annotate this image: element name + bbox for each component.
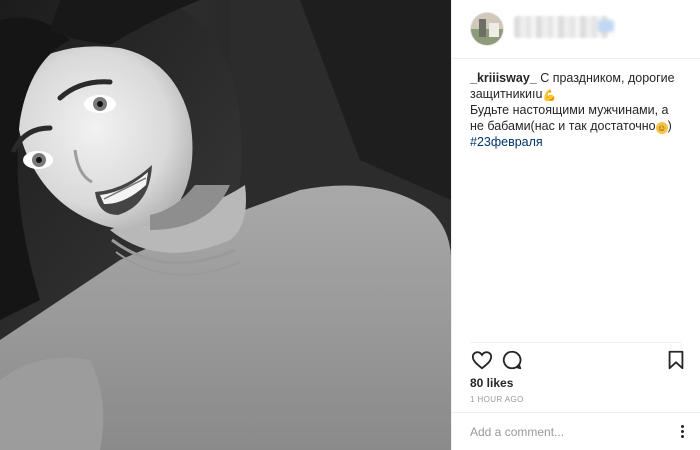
avatar[interactable] — [471, 13, 503, 45]
selfie-image — [0, 0, 451, 450]
save-button[interactable] — [664, 348, 688, 372]
bookmark-icon — [668, 350, 684, 370]
dot-icon — [681, 430, 684, 433]
post-container: _kriiisway_ С праздником, дорогие защитн… — [0, 0, 700, 450]
caption-text-line2: Будьте настоящими мужчинами, а не бабами… — [470, 103, 669, 133]
post-caption: _kriiisway_ С праздником, дорогие защитн… — [470, 70, 684, 150]
more-options-button[interactable] — [676, 425, 690, 439]
caption-username[interactable]: _kriiisway_ — [470, 71, 537, 85]
grin-emoji-icon: ☺ — [655, 122, 668, 134]
caption-hashtag[interactable]: #23февраля — [470, 134, 684, 150]
comment-bubble-icon — [502, 350, 522, 370]
dot-icon — [681, 425, 684, 428]
divider — [470, 342, 682, 343]
likes-count[interactable]: 80 likes — [470, 376, 513, 390]
avatar-image — [471, 13, 503, 45]
post-header — [452, 0, 700, 59]
heart-icon — [471, 351, 493, 370]
post-photo[interactable] — [0, 0, 451, 450]
comment-input[interactable] — [470, 423, 680, 441]
comment-button[interactable] — [500, 348, 524, 372]
blurred-username — [514, 16, 608, 38]
biceps-emoji-icon: 💪 — [542, 90, 557, 102]
post-timestamp[interactable]: 1 HOUR AGO — [470, 395, 524, 404]
dot-icon — [681, 435, 684, 438]
comment-box — [452, 412, 700, 450]
caption-text-line2-end: ) — [667, 119, 672, 133]
post-details-panel: _kriiisway_ С праздником, дорогие защитн… — [451, 0, 700, 450]
like-button[interactable] — [470, 348, 494, 372]
